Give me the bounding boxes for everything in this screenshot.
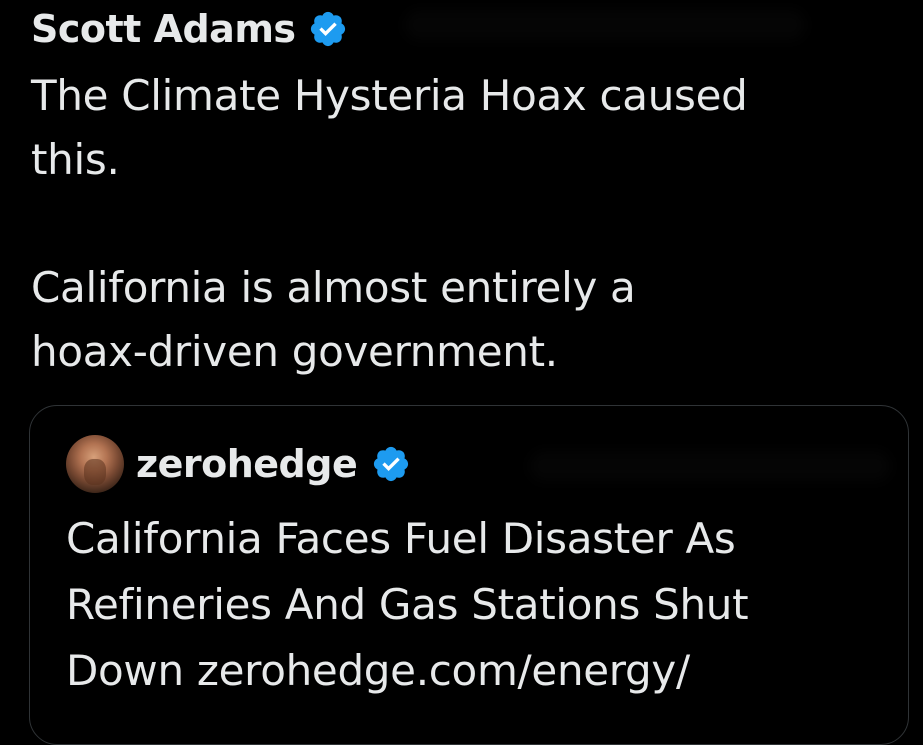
quoted-tweet-card[interactable]: zerohedge California Faces Fuel Disaster… [29,405,909,745]
quoted-tweet-header: zerohedge [66,434,411,494]
quoted-tweet-text: California Faces Fuel Disaster As Refine… [66,514,749,695]
verified-badge-icon [371,444,411,484]
avatar[interactable] [66,435,124,493]
redacted-quoted-handle [530,451,890,481]
verified-badge-icon [308,9,348,49]
tweet: Scott Adams The Climate Hysteria Hoax ca… [0,0,923,745]
tweet-text: The Climate Hysteria Hoax caused this. C… [31,71,748,376]
quoted-author-name[interactable]: zerohedge [136,434,358,494]
author-name[interactable]: Scott Adams [31,4,296,54]
author-row: Scott Adams [31,4,348,54]
redacted-handle [405,10,805,40]
